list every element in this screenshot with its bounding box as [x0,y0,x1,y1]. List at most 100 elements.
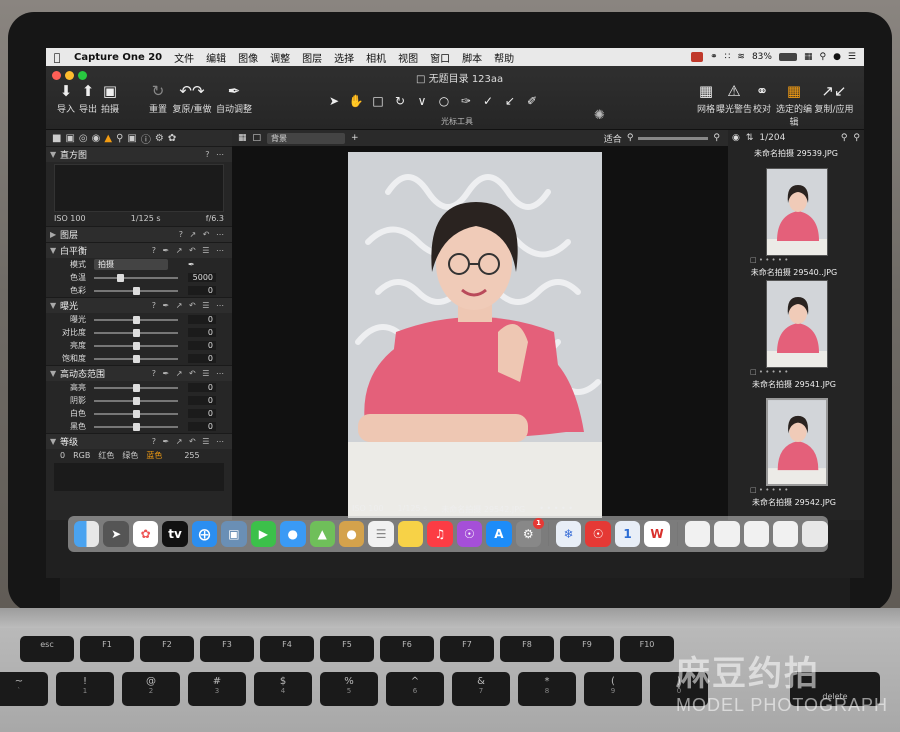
picker-icon[interactable]: ✓ [480,94,496,108]
section-actions[interactable]: ? ✒ ↗ ↶ ☰ ⋯ [152,369,232,378]
search-icon[interactable]: ⚲ [819,52,826,62]
wb-slider[interactable] [94,273,178,282]
copy-apply-button[interactable]: ↗↙ 复制/应用 [814,80,854,115]
wb-slider[interactable] [94,286,178,295]
pan-hand-icon[interactable]: ✋ [348,94,364,108]
exposure-value[interactable]: 0 [188,315,216,324]
menu-file[interactable]: 文件 [168,50,200,65]
hdr-slider[interactable] [94,383,178,392]
grid-view-icon[interactable]: ▦ [238,133,247,143]
exposure-value[interactable]: 0 [188,341,216,350]
contacts-icon[interactable]: ● [338,521,365,547]
messages-icon[interactable]: ● [280,521,306,547]
launchpad-icon[interactable]: ➤ [103,521,129,547]
link-icon[interactable]: ⚭ [710,52,718,62]
adjust-tab-icon[interactable]: ▣ [127,133,136,144]
menu-image[interactable]: 图像 [232,50,264,65]
levels-channel-blue[interactable]: 蓝色 [146,450,162,461]
white-balance-header[interactable]: ▼ 白平衡 ? ✒ ↗ ↶ ☰ ⋯ [46,242,232,258]
finder-icon[interactable] [74,521,100,547]
slider-knob[interactable] [133,354,140,363]
collapse-arrow-icon[interactable]: ▼ [50,437,60,446]
documents-stack-icon[interactable] [743,521,770,547]
gradient-icon[interactable]: ↙ [502,94,518,108]
section-actions[interactable]: ? ✒ ↗ ↶ ☰ ⋯ [152,301,232,310]
menu-adjust[interactable]: 调整 [264,50,296,65]
user-icon[interactable]: ● [833,52,841,62]
menu-select[interactable]: 选择 [328,50,360,65]
thumbnail-image[interactable] [766,398,828,486]
slider-knob[interactable] [133,396,140,405]
slider-knob[interactable] [133,315,140,324]
levels-graph[interactable] [54,463,224,491]
thumbnail-image[interactable] [766,168,828,256]
metadata-tab-icon[interactable]: ⓘ [141,131,151,146]
downloads-stack-icon[interactable] [684,521,711,547]
single-view-icon[interactable]: □ [253,133,262,143]
facetime-icon[interactable]: ▶ [250,521,277,547]
slider-knob[interactable] [117,273,125,282]
control-center-icon[interactable]: ☰ [848,52,856,62]
slider-knob[interactable] [133,286,140,295]
section-actions[interactable]: ? ✒ ↗ ↶ ☰ ⋯ [152,246,232,255]
brush-icon[interactable]: ✑ [458,94,474,108]
levels-header[interactable]: ▼ 等级 ? ✒ ↗ ↶ ☰ ⋯ [46,433,232,449]
select-cursor-icon[interactable]: ➤ [326,94,342,108]
eyedropper-icon[interactable]: ✒ [188,260,195,269]
hdr-value[interactable]: 0 [188,383,216,392]
capture-one-icon[interactable]: 1 [614,521,641,547]
system-preferences-icon[interactable]: ⚙ 1 [515,518,544,547]
slider-knob[interactable] [133,328,140,337]
output-tab-icon[interactable]: ⚙ [155,133,164,144]
collapse-arrow-icon[interactable]: ▼ [50,301,60,310]
cloud-app-icon[interactable]: ❄ [555,521,582,547]
exposure-value[interactable]: 0 [188,354,216,363]
files-stack-icon[interactable] [773,521,799,547]
bluetooth-icon[interactable]: ∷ [725,52,731,62]
menu-view[interactable]: 视图 [392,50,424,65]
search-icon[interactable]: ⚲ [841,133,848,143]
levels-channel-rgb[interactable]: RGB [73,451,90,460]
hdr-value[interactable]: 0 [188,422,216,431]
thumb-rating[interactable]: □ • • • • • [750,486,844,494]
menu-window[interactable]: 窗口 [424,50,456,65]
main-photo[interactable] [348,152,602,518]
wps-office-icon[interactable]: W [644,521,670,547]
exposure-header[interactable]: ▼ 曝光 ? ✒ ↗ ↶ ☰ ⋯ [46,297,232,313]
netease-music-icon[interactable]: ☉ [585,521,611,547]
capture-tab-icon[interactable]: ▣ [65,133,74,144]
collapse-arrow-icon[interactable]: ▼ [50,369,60,378]
close-window-button[interactable] [52,71,61,80]
section-actions[interactable]: ? ✒ ↗ ↶ ☰ ⋯ [152,437,232,446]
wb-value[interactable]: 5000 [188,273,216,282]
minimize-window-button[interactable] [65,71,74,80]
thumb-rating[interactable]: □ • • • • • [750,256,844,264]
layers-header[interactable]: ▶ 图层 ? ↗ ↶ ⋯ [46,226,232,242]
slider-knob[interactable] [133,409,140,418]
zoom-thumbs-icon[interactable]: ⚲ [853,133,864,143]
levels-channel-red[interactable]: 红色 [98,450,114,461]
safari-icon[interactable]: ⨁ [191,521,218,547]
annotate-icon[interactable]: ✐ [524,94,540,108]
undo-redo-button[interactable]: ↶↷ 复原/重做 [172,80,212,115]
menu-help[interactable]: 帮助 [488,50,520,65]
preview-icon[interactable]: ▣ [221,521,247,547]
slider-knob[interactable] [133,422,140,431]
visibility-icon[interactable]: ◉ [732,133,740,143]
detail-tab-icon[interactable]: ⚲ [116,133,123,144]
section-actions[interactable]: ? ⋯ [205,150,232,159]
exposure-slider[interactable] [94,354,178,363]
thumbnail-item[interactable]: □ • • • • • 未命名拍摄 29541.JPG [744,280,844,390]
section-actions[interactable]: ? ↗ ↶ ⋯ [179,230,232,239]
wps-tray-icon[interactable] [691,52,704,62]
histogram-header[interactable]: ▼ 直方图 ? ⋯ [46,146,232,162]
add-icon[interactable]: + [351,133,359,143]
hdr-slider[interactable] [94,422,178,431]
wb-value[interactable]: 0 [188,286,216,295]
keystone-icon[interactable]: ∨ [414,94,430,108]
reminders-icon[interactable]: ☰ [368,521,394,547]
input-source-icon[interactable]: ▦ [804,52,813,62]
levels-channel-green[interactable]: 绿色 [122,450,138,461]
thumbnail-item[interactable]: □ • • • • • 未命名拍摄 29540..JPG [744,168,844,278]
menu-script[interactable]: 脚本 [456,50,488,65]
